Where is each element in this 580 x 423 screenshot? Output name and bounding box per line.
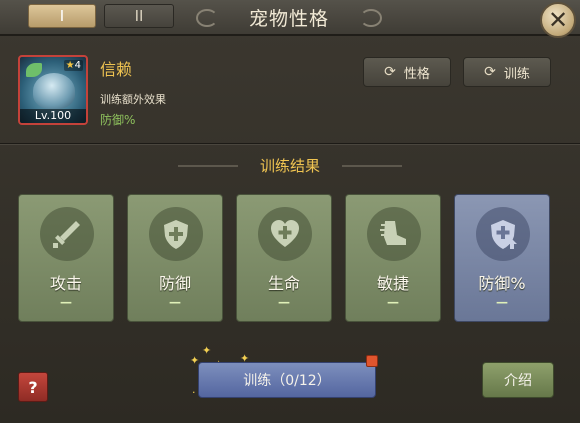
divider	[0, 143, 580, 145]
effect-title: 训练额外效果	[100, 93, 166, 106]
star-icon: ★	[65, 60, 75, 71]
sparkle-icon: ✦	[202, 344, 212, 357]
shield-up-icon	[476, 207, 530, 261]
stat-label: 生命	[267, 274, 300, 293]
train-button[interactable]: 训练（0/12）	[198, 362, 376, 398]
shield-cross-icon	[149, 207, 203, 261]
refresh-icon: ⟳	[384, 64, 396, 80]
sparkle-icon: ·	[192, 386, 196, 399]
stat-card-attack[interactable]: 攻击 —	[18, 194, 114, 322]
stat-value: —	[496, 295, 508, 309]
window-title: 宠物性格	[196, 0, 382, 34]
pet-portrait[interactable]: ★4 Lv.100	[18, 55, 88, 125]
stat-value: —	[387, 295, 399, 309]
pet-image	[33, 73, 75, 109]
tab-page-2[interactable]: II	[104, 4, 174, 28]
pet-personality-name: 信赖	[100, 60, 133, 79]
effect-value: 防御%	[100, 113, 136, 127]
personality-button[interactable]: ⟳ 性格	[363, 57, 451, 87]
stat-value: —	[278, 295, 290, 309]
stat-label: 防御%	[478, 274, 526, 293]
close-icon: ✕	[547, 6, 569, 34]
star-rating: ★4	[63, 60, 83, 71]
train-button-label: 训练（0/12）	[243, 373, 331, 389]
close-button[interactable]: ✕	[540, 2, 576, 38]
pet-level: Lv.100	[20, 109, 86, 123]
stat-label: 敏捷	[376, 274, 409, 293]
pet-personality-window: I II 宠物性格 ✕ ★4 Lv.100 信赖 训练额外效果 防御% ⟳ 性格…	[0, 0, 580, 423]
heart-plus-icon	[258, 207, 312, 261]
training-button-label: 训练	[503, 66, 530, 82]
sword-icon	[40, 207, 94, 261]
section-title: 训练结果	[259, 157, 320, 175]
stat-label: 攻击	[49, 274, 82, 293]
personality-button-label: 性格	[403, 66, 430, 82]
stat-card-agility[interactable]: 敏捷 —	[345, 194, 441, 322]
help-button[interactable]: ?	[18, 372, 48, 402]
refresh-icon: ⟳	[484, 64, 496, 80]
stat-value: —	[60, 295, 72, 309]
training-button[interactable]: ⟳ 训练	[463, 57, 551, 87]
stat-card-defense[interactable]: 防御 —	[127, 194, 223, 322]
star-count: 4	[74, 60, 81, 71]
leaf-icon	[26, 63, 42, 77]
stat-card-health[interactable]: 生命 —	[236, 194, 332, 322]
stat-label: 防御	[158, 274, 191, 293]
boot-icon	[367, 207, 421, 261]
intro-button-label: 介绍	[504, 373, 532, 389]
notification-dot	[366, 355, 378, 367]
intro-button[interactable]: 介绍	[482, 362, 554, 398]
tab-page-1[interactable]: I	[28, 4, 96, 28]
stat-card-defense-percent[interactable]: 防御% —	[454, 194, 550, 322]
help-button-label: ?	[28, 377, 38, 397]
stat-value: —	[169, 295, 181, 309]
title-bar: I II 宠物性格 ✕	[0, 0, 580, 38]
